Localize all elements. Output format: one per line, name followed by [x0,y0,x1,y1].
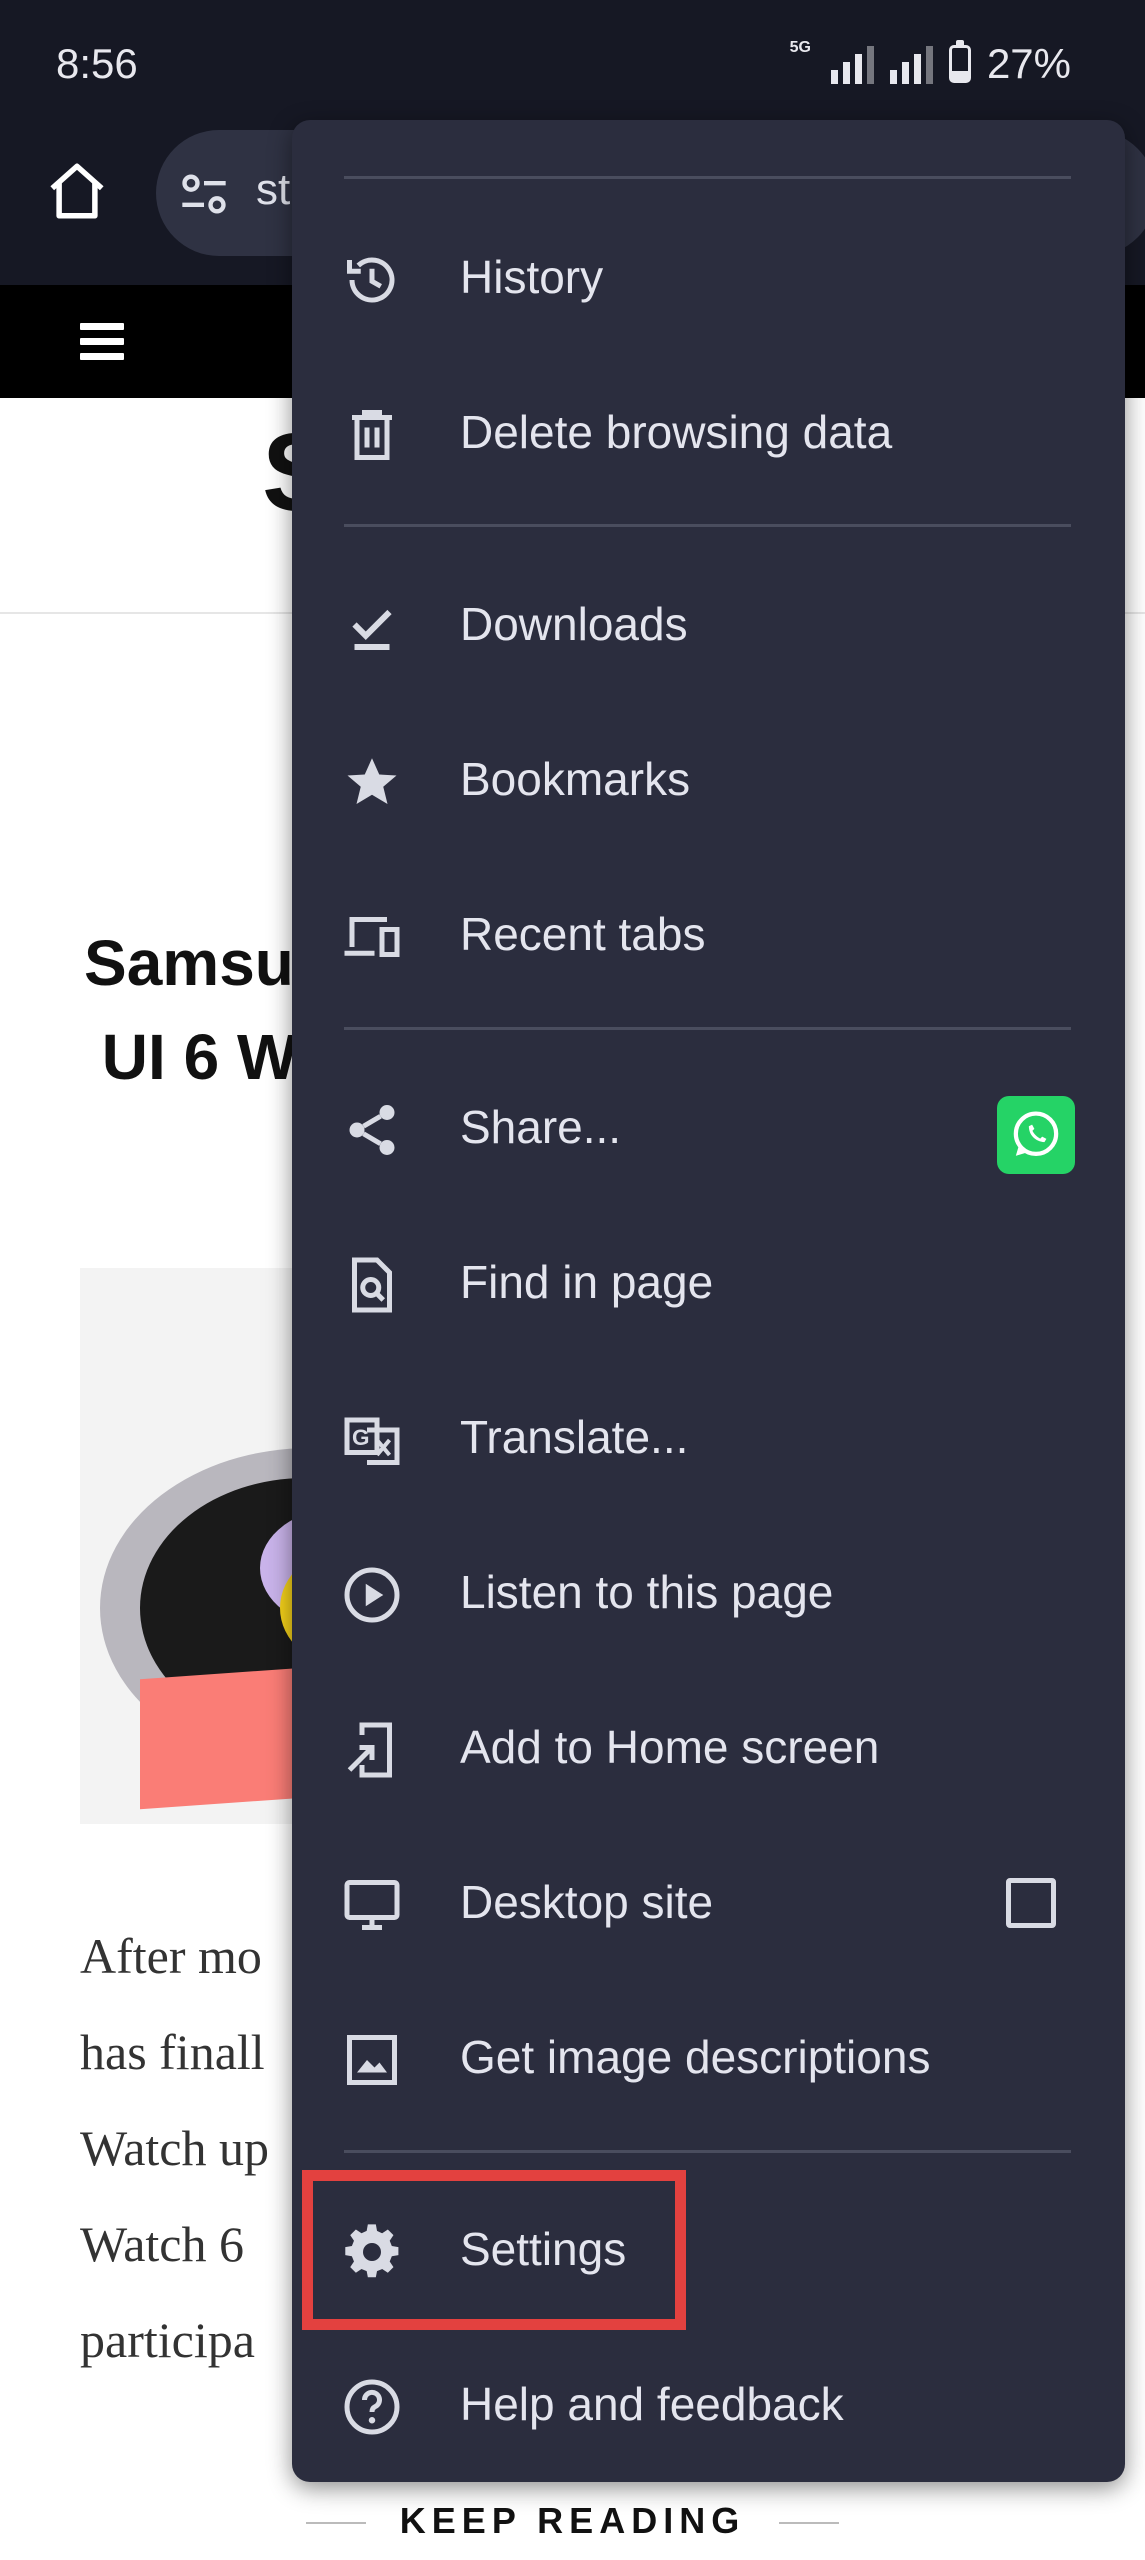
menu-item-label: Listen to this page [460,1566,834,1618]
menu-item-delete-browsing-data[interactable]: Delete browsing data [292,353,1125,508]
menu-item-label: Bookmarks [460,753,691,805]
desktop-site-checkbox[interactable] [1006,1878,1056,1928]
share-icon [342,1100,402,1160]
menu-item-bookmarks[interactable]: Bookmarks [292,700,1125,855]
status-icons: 5G 27% [790,40,1071,88]
whatsapp-share-button[interactable] [997,1096,1075,1174]
battery-icon [948,40,971,83]
page-info-icon[interactable] [178,168,230,220]
menu-divider [344,1027,1071,1030]
menu-item-label: Delete browsing data [460,406,893,458]
devices-icon [342,907,402,967]
star-icon [342,752,402,812]
menu-item-label: Share... [460,1101,622,1153]
menu-item-label: Recent tabs [460,908,706,960]
play-circle-icon [342,1565,402,1625]
translate-icon: G [342,1410,402,1470]
menu-item-label: Desktop site [460,1876,714,1928]
svg-text:G: G [352,1425,370,1450]
menu-item-translate[interactable]: G Translate... [292,1358,1125,1513]
menu-item-get-image-descriptions[interactable]: Get image descriptions [292,1978,1125,2133]
menu-item-label: Help and feedback [460,2378,844,2430]
menu-item-label: Find in page [460,1256,714,1308]
menu-item-find-in-page[interactable]: Find in page [292,1203,1125,1358]
status-time: 8:56 [56,40,138,87]
menu-divider [344,176,1071,179]
settings-highlight-box [302,2170,686,2330]
history-icon [342,250,402,310]
article-body: After mo has finall Watch up Watch 6 par… [80,1928,269,2368]
network-type: 5G [789,39,811,56]
overflow-menu: History Delete browsing data Downloads B… [292,120,1125,2482]
menu-item-share[interactable]: Share... [292,1048,1125,1203]
article-headline: Samsu UI 6 W [84,927,298,1093]
menu-item-help-and-feedback[interactable]: Help and feedback [292,2325,1125,2480]
menu-divider [344,524,1071,527]
keep-reading-label: KEEP READING [0,2500,1145,2542]
help-icon [342,2377,402,2437]
menu-item-recent-tabs[interactable]: Recent tabs [292,855,1125,1010]
menu-item-label: Add to Home screen [460,1721,880,1773]
find-in-page-icon [342,1255,402,1315]
menu-item-downloads[interactable]: Downloads [292,545,1125,700]
menu-item-label: Get image descriptions [460,2031,931,2083]
whatsapp-icon [1013,1111,1059,1156]
menu-item-label: Translate... [460,1411,689,1463]
url-text: st [256,165,291,214]
menu-item-listen-to-this-page[interactable]: Listen to this page [292,1513,1125,1668]
add-to-home-icon [342,1720,402,1780]
signal-icon [830,44,874,84]
menu-item-label: History [460,251,604,303]
hamburger-menu-icon[interactable] [80,323,124,361]
menu-item-label: Downloads [460,598,688,650]
trash-icon [342,405,402,465]
menu-item-desktop-site[interactable]: Desktop site [292,1823,1125,1978]
download-check-icon [342,597,402,657]
menu-divider [344,2150,1071,2153]
battery-percent: 27% [986,40,1071,87]
signal-icon-2 [889,44,933,84]
home-icon[interactable] [44,158,110,224]
desktop-icon [342,1875,402,1935]
menu-item-history[interactable]: History [292,198,1125,353]
image-icon [342,2030,402,2090]
menu-item-add-to-home-screen[interactable]: Add to Home screen [292,1668,1125,1823]
status-bar: 8:56 5G 27% [0,0,1145,130]
